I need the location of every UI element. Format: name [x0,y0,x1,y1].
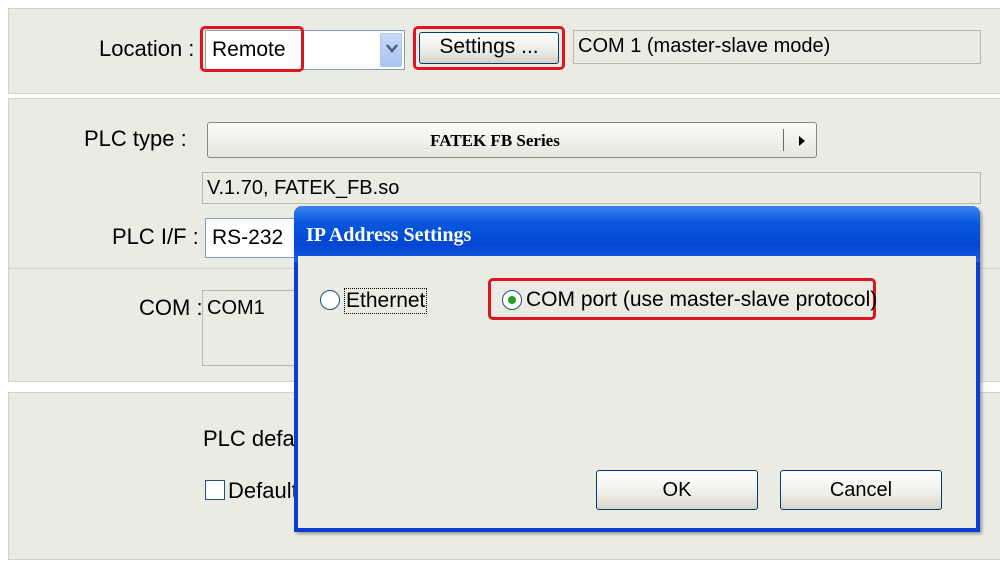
location-label: Location : [99,36,195,61]
settings-highlight [413,26,565,70]
ethernet-label[interactable]: Ethernet [344,288,428,314]
play-arrow-icon [799,136,805,146]
default-checkbox-label: Default [228,478,298,503]
ip-address-settings-dialog: IP Address Settings Ethernet COM port (u… [294,206,980,532]
plc-if-label: PLC I/F : [112,224,199,249]
ethernet-radio[interactable] [320,290,340,310]
location-status: COM 1 (master-slave mode) [573,30,981,64]
radio-selected-dot [508,296,516,304]
com-port-label[interactable]: COM port (use master-slave protocol) [526,288,877,312]
plc-if-value: RS-232 [212,226,284,249]
chevron-down-icon[interactable] [380,33,402,67]
plc-type-value: FATEK FB Series [430,131,560,150]
driver-info: V.1.70, FATEK_FB.so [202,172,981,204]
default-checkbox[interactable] [205,480,225,500]
plc-type-button[interactable]: FATEK FB Series [207,122,817,158]
ok-button[interactable]: OK [596,470,758,510]
dialog-body: Ethernet COM port (use master-slave prot… [298,256,976,528]
dialog-title-bar[interactable]: IP Address Settings [294,206,980,262]
cancel-button[interactable]: Cancel [780,470,942,510]
plc-if-select[interactable]: RS-232 [205,218,305,258]
plc-type-label: PLC type : [84,126,187,151]
location-highlight [200,26,304,72]
plc-default-label: PLC defau [203,426,307,451]
plc-type-separator [783,129,784,151]
com-port-radio[interactable] [502,290,522,310]
dialog-title: IP Address Settings [306,224,472,246]
com-label: COM : [139,295,203,320]
